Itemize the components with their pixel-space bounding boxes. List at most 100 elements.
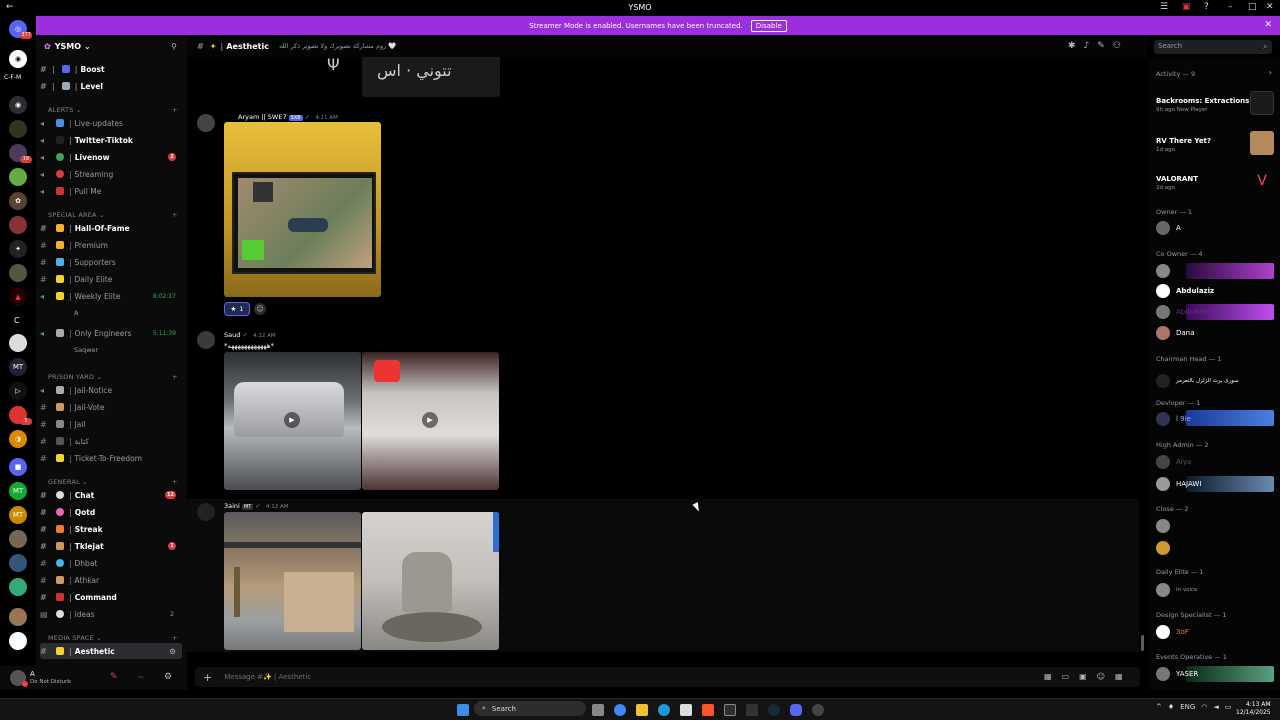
activity-card[interactable]: Backrooms: Extractions 9h ago New Player: [1154, 87, 1276, 119]
server-icon[interactable]: [9, 608, 27, 626]
channel-ticket-to-freedom[interactable]: # | Ticket-To-Freedom: [40, 450, 182, 466]
member-row[interactable]: In voice: [1156, 581, 1276, 599]
bell-icon[interactable]: ♪: [1084, 41, 1090, 51]
reaction-chip[interactable]: ★ 1: [224, 302, 250, 316]
taskbar-search[interactable]: ⌕ Search: [474, 701, 586, 716]
channel-athkar[interactable]: # | Athkar: [40, 572, 182, 588]
member-row[interactable]: Abdulaziz: [1156, 282, 1276, 300]
task-view-icon[interactable]: [592, 704, 604, 716]
channel-aesthetic[interactable]: # | Aesthetic ⚙: [40, 643, 182, 659]
server-icon[interactable]: MT: [9, 482, 27, 500]
channel-qotd[interactable]: # | Qotd: [40, 504, 182, 520]
channel-daily-elite[interactable]: # | Daily Elite: [40, 271, 182, 287]
app-icon[interactable]: [812, 704, 824, 716]
minimize-icon[interactable]: –: [1228, 2, 1233, 12]
gift-icon[interactable]: ▦: [1044, 672, 1052, 681]
voice-member[interactable]: A: [74, 309, 78, 317]
wifi-icon[interactable]: ◠: [1201, 703, 1207, 711]
channel-streak[interactable]: # | Streak: [40, 521, 182, 537]
language-indicator[interactable]: ENG: [1180, 703, 1195, 711]
category-general[interactable]: GENERAL ⌄ +: [48, 478, 187, 486]
message-author[interactable]: Saud: [224, 331, 240, 339]
server-icon[interactable]: [9, 120, 27, 138]
scrollbar-thumb[interactable]: [1141, 635, 1144, 651]
start-icon[interactable]: [457, 704, 469, 716]
category-media-space[interactable]: MEDIA SPACE ⌄ +: [48, 634, 187, 642]
member-row[interactable]: [1156, 517, 1276, 535]
server-label-c[interactable]: C: [14, 316, 20, 325]
channel-level[interactable]: # | | Level: [40, 78, 182, 94]
server-icon[interactable]: [9, 334, 27, 352]
maximize-icon[interactable]: □: [1248, 2, 1257, 12]
edge-icon[interactable]: [658, 704, 670, 716]
server-icon[interactable]: ✿: [9, 192, 27, 210]
category-alerts[interactable]: ALERTS ⌄ +: [48, 106, 187, 114]
pin-icon[interactable]: ✎: [1097, 41, 1105, 51]
channel-livenow[interactable]: ◂ | Livenow 2: [40, 149, 182, 165]
chrome-icon[interactable]: [614, 704, 626, 716]
video-attachment[interactable]: ▶: [362, 352, 499, 490]
server-icon[interactable]: [9, 216, 27, 234]
store-icon[interactable]: [680, 704, 692, 716]
channel-hall-of-fame[interactable]: # | Hall-Of-Fame: [40, 220, 182, 236]
channel-jail-vote[interactable]: # | Jail-Vote: [40, 399, 182, 415]
member-row[interactable]: A: [1156, 219, 1276, 237]
server-icon[interactable]: [9, 530, 27, 548]
settings-icon[interactable]: ⚙: [169, 647, 176, 656]
channel-jail-notice[interactable]: ◂ | Jail-Notice: [40, 382, 182, 398]
chevron-right-icon[interactable]: ›: [1269, 68, 1272, 77]
server-icon[interactable]: ✦: [9, 240, 27, 258]
member-row[interactable]: HAJAWI: [1156, 475, 1276, 493]
member-row[interactable]: Abdulrahman: [1156, 303, 1276, 321]
image-attachment[interactable]: تتوني · اس: [362, 57, 500, 97]
channel-supporters[interactable]: # | Supporters: [40, 254, 182, 270]
gif-icon[interactable]: ▭: [1062, 672, 1070, 681]
member-row[interactable]: Dana: [1156, 324, 1276, 342]
steam-icon[interactable]: [768, 704, 780, 716]
avatar[interactable]: [197, 503, 215, 521]
user-settings-icon[interactable]: ⚙: [164, 672, 172, 682]
updates-icon[interactable]: ▣: [1182, 2, 1191, 12]
server-icon[interactable]: ◑: [9, 430, 27, 448]
epic-games-icon[interactable]: [746, 704, 758, 716]
battery-icon[interactable]: ▭: [1225, 703, 1232, 711]
discord-taskbar-icon[interactable]: [790, 704, 802, 716]
member-row[interactable]: YASER: [1156, 665, 1276, 683]
channel-kitaba[interactable]: # | كتابة: [40, 433, 182, 449]
server-icon[interactable]: ◉: [9, 50, 27, 68]
members-icon[interactable]: ⚇: [1113, 41, 1121, 51]
video-attachment[interactable]: ▶: [224, 352, 361, 490]
member-row[interactable]: سورى يرت الزلزل بالتعرمر: [1156, 372, 1276, 390]
member-row[interactable]: Alya: [1156, 453, 1276, 471]
apps-icon[interactable]: ▦: [1115, 672, 1123, 681]
server-icon[interactable]: [9, 168, 27, 186]
channel-premium[interactable]: # | Premium: [40, 237, 182, 253]
server-icon[interactable]: MT: [9, 506, 27, 524]
close-window-icon[interactable]: ✕: [1266, 2, 1274, 12]
member-row[interactable]: l 9le: [1156, 410, 1276, 428]
member-row[interactable]: [1156, 262, 1276, 280]
mic-icon[interactable]: ♦: [1168, 703, 1174, 711]
channel-only-engineers[interactable]: ◂ | Only Engineers 5:11:39: [40, 325, 182, 341]
help-icon[interactable]: ?: [1204, 2, 1209, 12]
activity-card[interactable]: VALORANT 2d ago V: [1154, 165, 1276, 197]
play-icon[interactable]: ▶: [284, 412, 300, 428]
mute-icon[interactable]: ✎: [110, 672, 118, 682]
sticker-icon[interactable]: ▣: [1079, 672, 1087, 681]
channel-dhbat[interactable]: # | Dhbat: [40, 555, 182, 571]
file-explorer-icon[interactable]: [636, 704, 648, 716]
add-member-icon[interactable]: ⚲: [171, 42, 177, 51]
server-icon[interactable]: [9, 264, 27, 282]
inbox-icon[interactable]: ☰: [1160, 2, 1168, 12]
add-attachment-icon[interactable]: +: [203, 671, 212, 684]
category-special-area[interactable]: SPECIAL AREA ⌄ +: [48, 211, 187, 219]
server-icon[interactable]: [9, 632, 27, 650]
channel-command[interactable]: # | Command: [40, 589, 182, 605]
message-input[interactable]: Message #✨ | Aesthetic: [224, 673, 311, 681]
channel-streaming[interactable]: ◂ | Streaming: [40, 166, 182, 182]
taskbar-clock[interactable]: 4:13 AM 12/14/2025: [1236, 701, 1271, 717]
brave-icon[interactable]: [702, 704, 714, 716]
channel-twitter-tiktok[interactable]: ◂ | Twitter-Tiktok: [40, 132, 182, 148]
image-attachment[interactable]: [224, 122, 381, 297]
channel-tklejat[interactable]: # | Tklejat 1: [40, 538, 182, 554]
